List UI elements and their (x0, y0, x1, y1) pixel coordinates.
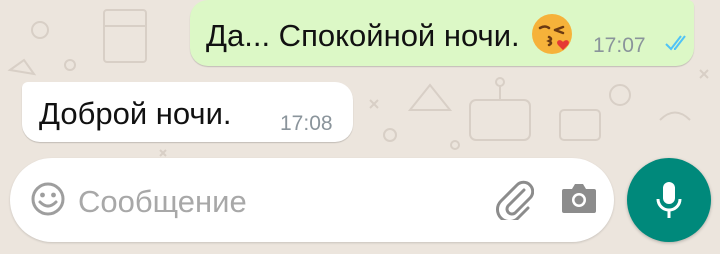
message-text: Да... Спокойной ночи. (206, 18, 520, 53)
microphone-icon (656, 182, 682, 218)
kissing-face-icon (532, 14, 572, 54)
paperclip-icon[interactable] (494, 178, 534, 220)
emoji-icon[interactable] (30, 181, 66, 217)
voice-record-button[interactable] (627, 158, 711, 242)
message-text: Доброй ночи. (39, 96, 232, 131)
read-ticks-icon (665, 35, 686, 51)
camera-icon[interactable] (560, 181, 598, 215)
message-input-bar[interactable]: Сообщение (10, 158, 614, 242)
message-time: 17:08 (280, 112, 333, 135)
message-incoming[interactable]: Доброй ночи. 17:08 (22, 82, 353, 142)
message-time: 17:07 (593, 34, 646, 57)
message-input-placeholder[interactable]: Сообщение (78, 184, 247, 220)
chat-screen: Да... Спокойной ночи. 17:07 Доброй ночи.… (0, 0, 720, 254)
message-outgoing[interactable]: Да... Спокойной ночи. 17:07 (190, 0, 694, 66)
